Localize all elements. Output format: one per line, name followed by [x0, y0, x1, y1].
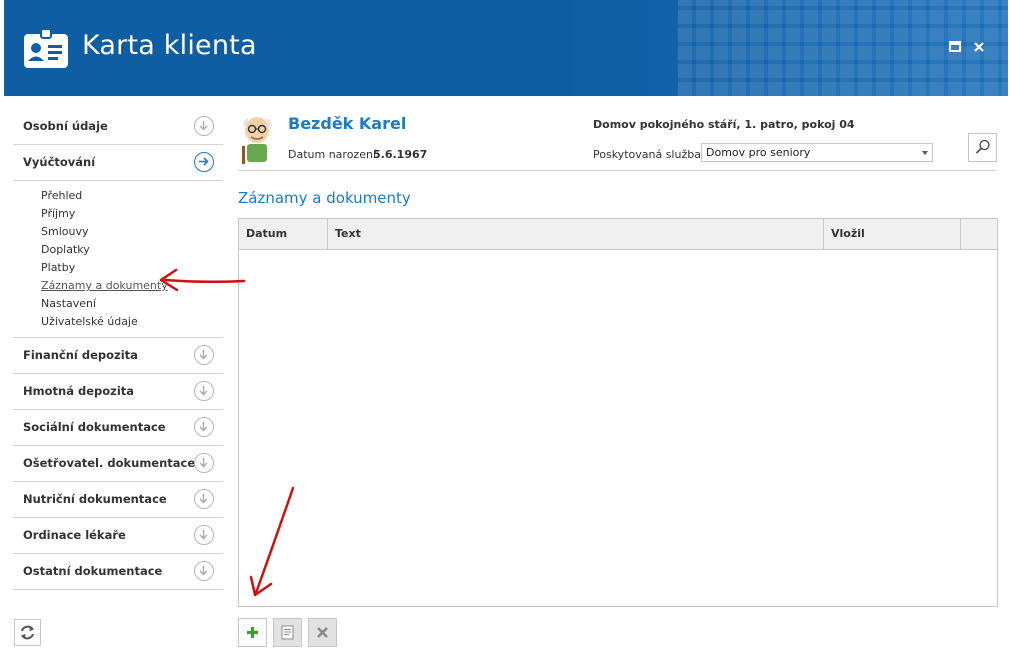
expand-arrow-icon[interactable]: [194, 489, 214, 509]
client-card-icon: [24, 28, 68, 68]
sidebar-subitems: Přehled Příjmy Smlouvy Doplatky Platby Z…: [13, 181, 223, 338]
column-header-vlozil[interactable]: Vložil: [824, 219, 961, 249]
sidebar-item-doplatky[interactable]: Doplatky: [41, 241, 223, 259]
close-icon[interactable]: [972, 41, 986, 55]
chevron-down-icon: [922, 151, 928, 155]
sidebar-section-label: Ordinace lékaře: [23, 528, 126, 542]
search-button[interactable]: [968, 133, 997, 162]
sidebar-section-ordinace-lekare[interactable]: Ordinace lékaře: [13, 518, 223, 554]
refresh-icon: [21, 625, 34, 640]
add-record-button[interactable]: [238, 618, 267, 647]
sidebar-section-osobni-udaje[interactable]: Osobní údaje: [13, 109, 223, 145]
service-select-value: Domov pro seniory: [706, 146, 811, 159]
refresh-button[interactable]: [14, 619, 41, 646]
plus-icon: [247, 627, 258, 638]
client-name: Bezděk Karel: [288, 114, 407, 133]
sidebar-item-prijmy[interactable]: Příjmy: [41, 205, 223, 223]
window-title: Karta klienta: [82, 30, 257, 61]
sidebar-section-label: Hmotná depozita: [23, 384, 135, 398]
sidebar-item-nastaveni[interactable]: Nastavení: [41, 295, 223, 313]
sidebar-section-label: Nutriční dokumentace: [23, 492, 167, 506]
sidebar-section-osetrovatel-dokumentace[interactable]: Ošetřovatel. dokumentace: [13, 446, 223, 482]
dob-label: Datum narození:: [288, 148, 380, 161]
expand-arrow-icon[interactable]: [194, 381, 214, 401]
dob-value: 5.6.1967: [373, 148, 428, 161]
records-table[interactable]: Datum Text Vložil: [238, 218, 998, 607]
service-label: Poskytovaná služba:: [593, 148, 705, 161]
sidebar-section-label: Sociální dokumentace: [23, 420, 166, 434]
sidebar-section-label: Vyúčtování: [23, 155, 96, 169]
sidebar-item-platby[interactable]: Platby: [41, 259, 223, 277]
expand-arrow-icon[interactable]: [194, 561, 214, 581]
table-header: Datum Text Vložil: [239, 219, 997, 250]
document-edit-icon: [281, 625, 294, 640]
title-bar: Karta klienta: [4, 0, 1008, 96]
facility-info: Domov pokojného stáří, 1. patro, pokoj 0…: [593, 118, 855, 131]
sidebar-item-prehled[interactable]: Přehled: [41, 187, 223, 205]
edit-record-button[interactable]: [273, 618, 302, 647]
service-select[interactable]: Domov pro seniory: [701, 143, 933, 162]
expand-arrow-icon[interactable]: [194, 345, 214, 365]
expand-arrow-icon[interactable]: [194, 453, 214, 473]
sidebar-item-zaznamy-a-dokumenty[interactable]: Záznamy a dokumenty: [41, 277, 223, 295]
sidebar-section-ostatni-dokumentace[interactable]: Ostatní dokumentace: [13, 554, 223, 590]
delete-x-icon: [317, 627, 328, 638]
sidebar-item-uzivatelske-udaje[interactable]: Uživatelské údaje: [41, 313, 223, 331]
sidebar-section-label: Ošetřovatel. dokumentace: [23, 456, 196, 470]
sidebar-section-vyuctovani[interactable]: Vyúčtování: [13, 145, 223, 181]
sidebar-section-nutricni-dokumentace[interactable]: Nutriční dokumentace: [13, 482, 223, 518]
delete-record-button[interactable]: [308, 618, 337, 647]
column-header-datum[interactable]: Datum: [239, 219, 328, 249]
section-title: Záznamy a dokumenty: [238, 189, 411, 207]
sidebar: Osobní údaje Vyúčtování Přehled Příjmy S…: [13, 109, 223, 590]
expand-arrow-icon[interactable]: [194, 525, 214, 545]
expand-arrow-icon[interactable]: [194, 417, 214, 437]
sidebar-section-financni-depozita[interactable]: Finanční depozita: [13, 338, 223, 374]
column-header-text[interactable]: Text: [328, 219, 824, 249]
sidebar-item-smlouvy[interactable]: Smlouvy: [41, 223, 223, 241]
sidebar-section-label: Finanční depozita: [23, 348, 138, 362]
sidebar-section-socialni-dokumentace[interactable]: Sociální dokumentace: [13, 410, 223, 446]
sidebar-section-label: Ostatní dokumentace: [23, 564, 163, 578]
column-header-extra[interactable]: [961, 219, 997, 249]
collapse-arrow-icon[interactable]: [194, 152, 214, 172]
sidebar-section-hmotna-depozita[interactable]: Hmotná depozita: [13, 374, 223, 410]
maximize-icon[interactable]: [948, 41, 962, 55]
client-avatar: [242, 117, 271, 164]
header-divider: [238, 170, 997, 171]
search-icon: [975, 139, 990, 154]
sidebar-section-label: Osobní údaje: [23, 119, 108, 133]
expand-arrow-icon[interactable]: [194, 116, 214, 136]
